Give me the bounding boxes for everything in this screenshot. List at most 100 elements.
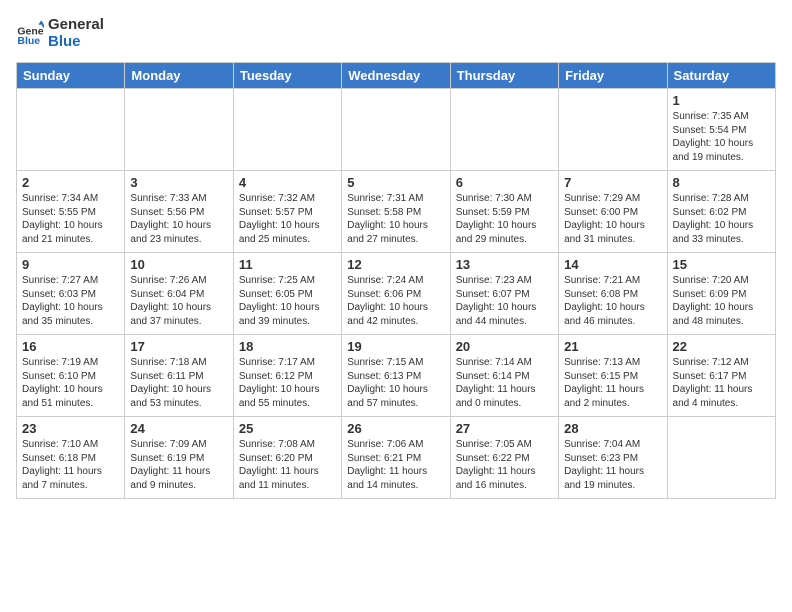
day-cell: 28Sunrise: 7:04 AMSunset: 6:23 PMDayligh… xyxy=(559,417,667,499)
day-number: 27 xyxy=(456,421,553,436)
day-cell: 15 Sunrise: 7:20 AMSunset: 6:09 PMDayligh… xyxy=(667,253,775,335)
day-info: Sunrise: 7:33 AMSunset: 5:56 PMDaylight:… xyxy=(130,192,227,246)
day-number: 2 xyxy=(22,175,119,190)
day-number: 20 xyxy=(456,339,553,354)
day-info: Sunrise: 7:08 AMSunset: 6:20 PMDaylight:… xyxy=(239,438,336,492)
week-row-3: 16 Sunrise: 7:19 AMSunset: 6:10 PMDayligh… xyxy=(17,335,776,417)
day-cell: 13Sunrise: 7:23 AMSunset: 6:07 PMDayligh… xyxy=(450,253,558,335)
logo-general: General xyxy=(48,16,104,33)
day-cell: 9 Sunrise: 7:27 AMSunset: 6:03 PMDaylight… xyxy=(17,253,125,335)
day-number: 24 xyxy=(130,421,227,436)
day-cell: 7 Sunrise: 7:29 AMSunset: 6:00 PMDaylight… xyxy=(559,171,667,253)
day-number: 3 xyxy=(130,175,227,190)
day-info: Sunrise: 7:13 AMSunset: 6:15 PMDaylight:… xyxy=(564,356,661,410)
day-cell: 26 Sunrise: 7:06 AMSunset: 6:21 PMDayligh… xyxy=(342,417,450,499)
day-info: Sunrise: 7:15 AMSunset: 6:13 PMDaylight:… xyxy=(347,356,444,410)
day-cell: 24 Sunrise: 7:09 AMSunset: 6:19 PMDayligh… xyxy=(125,417,233,499)
calendar-table: SundayMondayTuesdayWednesdayThursdayFrid… xyxy=(16,62,776,499)
header-monday: Monday xyxy=(125,63,233,89)
day-cell: 2 Sunrise: 7:34 AMSunset: 5:55 PMDaylight… xyxy=(17,171,125,253)
day-number: 26 xyxy=(347,421,444,436)
day-info: Sunrise: 7:17 AMSunset: 6:12 PMDaylight:… xyxy=(239,356,336,410)
header-sunday: Sunday xyxy=(17,63,125,89)
header-thursday: Thursday xyxy=(450,63,558,89)
day-cell: 21 Sunrise: 7:13 AMSunset: 6:15 PMDayligh… xyxy=(559,335,667,417)
header-tuesday: Tuesday xyxy=(233,63,341,89)
day-cell: 12 Sunrise: 7:24 AMSunset: 6:06 PMDayligh… xyxy=(342,253,450,335)
calendar-header-row: SundayMondayTuesdayWednesdayThursdayFrid… xyxy=(17,63,776,89)
day-cell: 3 Sunrise: 7:33 AMSunset: 5:56 PMDaylight… xyxy=(125,171,233,253)
day-cell xyxy=(342,89,450,171)
day-info: Sunrise: 7:05 AMSunset: 6:22 PMDaylight:… xyxy=(456,438,553,492)
day-number: 11 xyxy=(239,257,336,272)
day-cell xyxy=(233,89,341,171)
day-info: Sunrise: 7:10 AMSunset: 6:18 PMDaylight:… xyxy=(22,438,119,492)
day-cell: 20 Sunrise: 7:14 AMSunset: 6:14 PMDayligh… xyxy=(450,335,558,417)
day-number: 12 xyxy=(347,257,444,272)
day-number: 25 xyxy=(239,421,336,436)
day-cell xyxy=(450,89,558,171)
day-cell: 27 Sunrise: 7:05 AMSunset: 6:22 PMDayligh… xyxy=(450,417,558,499)
day-number: 18 xyxy=(239,339,336,354)
day-number: 15 xyxy=(673,257,770,272)
day-cell: 1 Sunrise: 7:35 AMSunset: 5:54 PMDaylight… xyxy=(667,89,775,171)
week-row-1: 2 Sunrise: 7:34 AMSunset: 5:55 PMDaylight… xyxy=(17,171,776,253)
day-info: Sunrise: 7:28 AMSunset: 6:02 PMDaylight:… xyxy=(673,192,770,246)
day-number: 22 xyxy=(673,339,770,354)
day-info: Sunrise: 7:25 AMSunset: 6:05 PMDaylight:… xyxy=(239,274,336,328)
day-number: 5 xyxy=(347,175,444,190)
header-wednesday: Wednesday xyxy=(342,63,450,89)
day-number: 28 xyxy=(564,421,661,436)
day-info: Sunrise: 7:09 AMSunset: 6:19 PMDaylight:… xyxy=(130,438,227,492)
day-cell xyxy=(667,417,775,499)
week-row-2: 9 Sunrise: 7:27 AMSunset: 6:03 PMDaylight… xyxy=(17,253,776,335)
day-cell: 18 Sunrise: 7:17 AMSunset: 6:12 PMDayligh… xyxy=(233,335,341,417)
day-info: Sunrise: 7:23 AMSunset: 6:07 PMDaylight:… xyxy=(456,274,553,328)
day-cell: 11 Sunrise: 7:25 AMSunset: 6:05 PMDayligh… xyxy=(233,253,341,335)
day-number: 4 xyxy=(239,175,336,190)
week-row-0: 1 Sunrise: 7:35 AMSunset: 5:54 PMDaylight… xyxy=(17,89,776,171)
day-number: 16 xyxy=(22,339,119,354)
day-info: Sunrise: 7:26 AMSunset: 6:04 PMDaylight:… xyxy=(130,274,227,328)
day-info: Sunrise: 7:34 AMSunset: 5:55 PMDaylight:… xyxy=(22,192,119,246)
day-cell: 16 Sunrise: 7:19 AMSunset: 6:10 PMDayligh… xyxy=(17,335,125,417)
day-number: 6 xyxy=(456,175,553,190)
svg-text:Blue: Blue xyxy=(17,35,40,47)
day-cell: 14Sunrise: 7:21 AMSunset: 6:08 PMDayligh… xyxy=(559,253,667,335)
day-info: Sunrise: 7:27 AMSunset: 6:03 PMDaylight:… xyxy=(22,274,119,328)
day-info: Sunrise: 7:18 AMSunset: 6:11 PMDaylight:… xyxy=(130,356,227,410)
day-info: Sunrise: 7:14 AMSunset: 6:14 PMDaylight:… xyxy=(456,356,553,410)
day-info: Sunrise: 7:24 AMSunset: 6:06 PMDaylight:… xyxy=(347,274,444,328)
day-number: 10 xyxy=(130,257,227,272)
day-number: 21 xyxy=(564,339,661,354)
day-info: Sunrise: 7:29 AMSunset: 6:00 PMDaylight:… xyxy=(564,192,661,246)
day-cell: 23Sunrise: 7:10 AMSunset: 6:18 PMDayligh… xyxy=(17,417,125,499)
day-info: Sunrise: 7:35 AMSunset: 5:54 PMDaylight:… xyxy=(673,110,770,164)
header-friday: Friday xyxy=(559,63,667,89)
day-info: Sunrise: 7:20 AMSunset: 6:09 PMDaylight:… xyxy=(673,274,770,328)
day-info: Sunrise: 7:06 AMSunset: 6:21 PMDaylight:… xyxy=(347,438,444,492)
day-number: 9 xyxy=(22,257,119,272)
logo-icon: General Blue xyxy=(16,19,44,47)
day-info: Sunrise: 7:21 AMSunset: 6:08 PMDaylight:… xyxy=(564,274,661,328)
day-number: 7 xyxy=(564,175,661,190)
day-info: Sunrise: 7:31 AMSunset: 5:58 PMDaylight:… xyxy=(347,192,444,246)
day-cell: 8 Sunrise: 7:28 AMSunset: 6:02 PMDaylight… xyxy=(667,171,775,253)
day-info: Sunrise: 7:19 AMSunset: 6:10 PMDaylight:… xyxy=(22,356,119,410)
day-number: 1 xyxy=(673,93,770,108)
day-info: Sunrise: 7:32 AMSunset: 5:57 PMDaylight:… xyxy=(239,192,336,246)
day-number: 8 xyxy=(673,175,770,190)
week-row-4: 23Sunrise: 7:10 AMSunset: 6:18 PMDayligh… xyxy=(17,417,776,499)
day-cell: 10 Sunrise: 7:26 AMSunset: 6:04 PMDayligh… xyxy=(125,253,233,335)
day-number: 17 xyxy=(130,339,227,354)
day-cell: 4 Sunrise: 7:32 AMSunset: 5:57 PMDaylight… xyxy=(233,171,341,253)
day-cell: 25 Sunrise: 7:08 AMSunset: 6:20 PMDayligh… xyxy=(233,417,341,499)
day-cell xyxy=(125,89,233,171)
header-saturday: Saturday xyxy=(667,63,775,89)
day-cell: 22 Sunrise: 7:12 AMSunset: 6:17 PMDayligh… xyxy=(667,335,775,417)
day-cell: 5 Sunrise: 7:31 AMSunset: 5:58 PMDaylight… xyxy=(342,171,450,253)
day-cell: 17 Sunrise: 7:18 AMSunset: 6:11 PMDayligh… xyxy=(125,335,233,417)
day-cell: 6Sunrise: 7:30 AMSunset: 5:59 PMDaylight… xyxy=(450,171,558,253)
day-info: Sunrise: 7:12 AMSunset: 6:17 PMDaylight:… xyxy=(673,356,770,410)
page-header: General Blue General Blue xyxy=(16,16,776,50)
